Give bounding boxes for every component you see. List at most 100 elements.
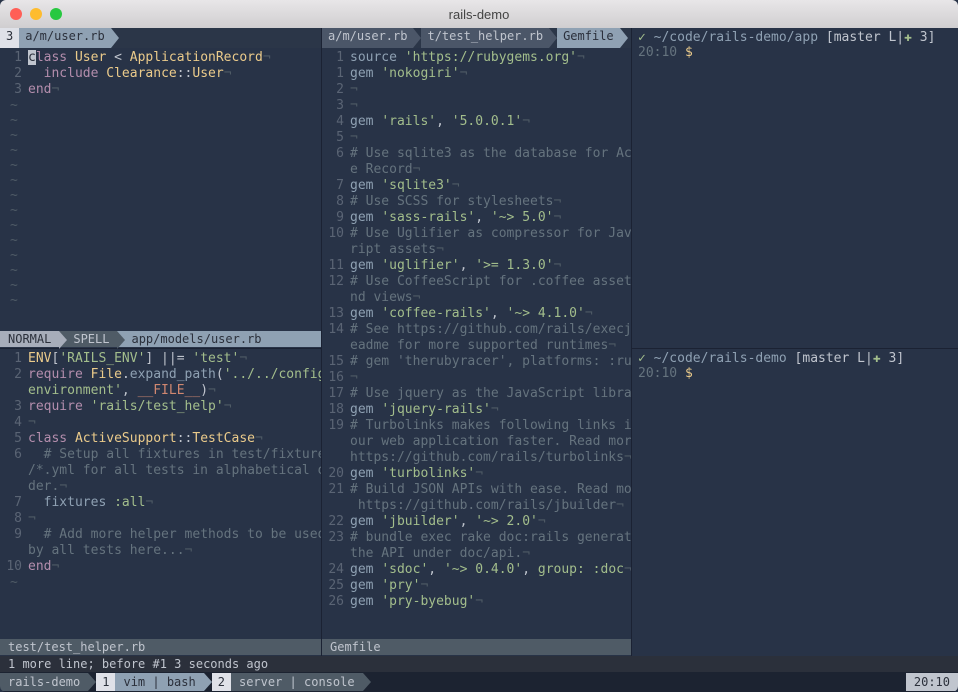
- code-content: gem 'pry-byebug'¬: [350, 594, 631, 610]
- code-line[interactable]: 21# Build JSON APIs with ease. Read more…: [322, 482, 631, 498]
- code-line[interactable]: 10end¬: [0, 559, 321, 575]
- tmux-window[interactable]: server | console: [231, 673, 363, 691]
- code-line[interactable]: 13gem 'coffee-rails', '~> 4.1.0'¬: [322, 306, 631, 322]
- code-line[interactable]: 16¬: [322, 370, 631, 386]
- code-line[interactable]: 3require 'rails/test_help'¬: [0, 399, 321, 415]
- code-line[interactable]: 17# Use jquery as the JavaScript library…: [322, 386, 631, 402]
- line-number: 26: [322, 594, 350, 610]
- code-line[interactable]: 20gem 'turbolinks'¬: [322, 466, 631, 482]
- code-line[interactable]: 26gem 'pry-byebug'¬: [322, 594, 631, 610]
- code-content: require 'rails/test_help'¬: [28, 399, 321, 415]
- tab-user-rb[interactable]: a/m/user.rb: [322, 28, 413, 48]
- code-content: # Add more helper methods to be used: [28, 527, 321, 543]
- code-line[interactable]: 3end¬: [0, 82, 321, 98]
- code-line[interactable]: our web application faster. Read more:: [322, 434, 631, 450]
- code-line[interactable]: 9gem 'sass-rails', '~> 5.0'¬: [322, 210, 631, 226]
- tab-gemfile[interactable]: Gemfile: [557, 28, 620, 48]
- editor-user-rb[interactable]: 1class User < ApplicationRecord¬2 includ…: [0, 48, 321, 330]
- line-number: 10: [0, 559, 28, 575]
- code-line[interactable]: 24gem 'sdoc', '~> 0.4.0', group: :doc¬: [322, 562, 631, 578]
- code-line[interactable]: 7 fixtures :all¬: [0, 495, 321, 511]
- terminal-top[interactable]: ✓ ~/code/rails-demo/app [master L|✚ 3] 2…: [632, 28, 958, 348]
- code-content: ¬: [350, 130, 631, 146]
- empty-line-tilde: ~: [0, 218, 321, 233]
- code-line[interactable]: https://github.com/rails/jbuilder¬: [322, 498, 631, 514]
- tmux-window-active[interactable]: vim | bash: [115, 673, 203, 691]
- code-content: ¬: [350, 370, 631, 386]
- line-number: 6: [0, 447, 28, 463]
- vim-message: 1 more line; before #1 3 seconds ago: [0, 656, 958, 672]
- code-line[interactable]: 12# Use CoffeeScript for .coffee assets …: [322, 274, 631, 290]
- terminal-bottom[interactable]: ✓ ~/code/rails-demo [master L|✚ 3] 20:10…: [632, 348, 958, 656]
- code-line[interactable]: e Record¬: [322, 162, 631, 178]
- code-line[interactable]: 6# Use sqlite3 as the database for Activ: [322, 146, 631, 162]
- line-number: 21: [322, 482, 350, 498]
- code-line[interactable]: environment', __FILE__)¬: [0, 383, 321, 399]
- code-line[interactable]: 6 # Setup all fixtures in test/fixtures: [0, 447, 321, 463]
- code-line[interactable]: der.¬: [0, 479, 321, 495]
- line-number: 3: [0, 82, 28, 98]
- code-line[interactable]: 2¬: [322, 82, 631, 98]
- code-line[interactable]: /*.yml for all tests in alphabetical or: [0, 463, 321, 479]
- code-line[interactable]: 1ENV['RAILS_ENV'] ||= 'test'¬: [0, 351, 321, 367]
- code-line[interactable]: 5class ActiveSupport::TestCase¬: [0, 431, 321, 447]
- tab-user-rb[interactable]: a/m/user.rb: [19, 28, 110, 48]
- code-line[interactable]: 9 # Add more helper methods to be used: [0, 527, 321, 543]
- code-line[interactable]: 19# Turbolinks makes following links in …: [322, 418, 631, 434]
- line-number: 17: [322, 386, 350, 402]
- code-line[interactable]: 1class User < ApplicationRecord¬: [0, 50, 321, 66]
- line-number: 10: [322, 226, 350, 242]
- code-content: ENV['RAILS_ENV'] ||= 'test'¬: [28, 351, 321, 367]
- code-line[interactable]: 2 include Clearance::User¬: [0, 66, 321, 82]
- code-line[interactable]: 1source 'https://rubygems.org'¬: [322, 50, 631, 66]
- code-content: # Use CoffeeScript for .coffee assets a: [350, 274, 631, 290]
- code-line[interactable]: 4¬: [0, 415, 321, 431]
- prompt-path: ~/code/rails-demo/app: [654, 30, 818, 45]
- empty-line-tilde: ~: [0, 173, 321, 188]
- code-line[interactable]: 1gem 'nokogiri'¬: [322, 66, 631, 82]
- code-line[interactable]: by all tests here...¬: [0, 543, 321, 559]
- code-line[interactable]: 11gem 'uglifier', '>= 1.3.0'¬: [322, 258, 631, 274]
- code-line[interactable]: 7gem 'sqlite3'¬: [322, 178, 631, 194]
- code-line[interactable]: https://github.com/rails/turbolinks¬: [322, 450, 631, 466]
- code-content: require File.expand_path('../../config/: [28, 367, 321, 383]
- editor-test-helper[interactable]: 1ENV['RAILS_ENV'] ||= 'test'¬2require Fi…: [0, 349, 321, 638]
- editor-gemfile[interactable]: 1source 'https://rubygems.org'¬1gem 'nok…: [322, 48, 631, 638]
- code-line[interactable]: 8# Use SCSS for stylesheets¬: [322, 194, 631, 210]
- check-icon: ✓: [638, 351, 646, 366]
- app-window: rails-demo 3 a/m/user.rb 1class User < A…: [0, 0, 958, 692]
- code-line[interactable]: 10# Use Uglifier as compressor for JavaS…: [322, 226, 631, 242]
- code-line[interactable]: 18gem 'jquery-rails'¬: [322, 402, 631, 418]
- code-content: class User < ApplicationRecord¬: [28, 50, 321, 66]
- code-content: # Use sqlite3 as the database for Activ: [350, 146, 631, 162]
- code-line[interactable]: 14# See https://github.com/rails/execjs#…: [322, 322, 631, 338]
- code-line[interactable]: 15# gem 'therubyracer', platforms: :ruby…: [322, 354, 631, 370]
- code-line[interactable]: 23# bundle exec rake doc:rails generates: [322, 530, 631, 546]
- line-number: 6: [322, 146, 350, 162]
- code-line[interactable]: 4gem 'rails', '5.0.0.1'¬: [322, 114, 631, 130]
- code-line[interactable]: ript assets¬: [322, 242, 631, 258]
- tab-test-helper[interactable]: t/test_helper.rb: [421, 28, 549, 48]
- code-content: class ActiveSupport::TestCase¬: [28, 431, 321, 447]
- code-line[interactable]: nd views¬: [322, 290, 631, 306]
- line-number: [322, 242, 350, 258]
- code-line[interactable]: 22gem 'jbuilder', '~> 2.0'¬: [322, 514, 631, 530]
- code-line[interactable]: 5¬: [322, 130, 631, 146]
- code-line[interactable]: the API under doc/api.¬: [322, 546, 631, 562]
- line-number: 19: [322, 418, 350, 434]
- prompt-line-2: 20:10 $: [638, 366, 952, 381]
- empty-line-tilde: ~: [0, 263, 321, 278]
- code-line[interactable]: 3¬: [322, 98, 631, 114]
- code-line[interactable]: 2require File.expand_path('../../config/: [0, 367, 321, 383]
- code-line[interactable]: eadme for more supported runtimes¬: [322, 338, 631, 354]
- pane-right: ✓ ~/code/rails-demo/app [master L|✚ 3] 2…: [632, 28, 958, 656]
- code-line[interactable]: 25gem 'pry'¬: [322, 578, 631, 594]
- code-line[interactable]: 8¬: [0, 511, 321, 527]
- tmux-session[interactable]: rails-demo: [0, 673, 88, 691]
- empty-line-tilde: ~: [0, 233, 321, 248]
- code-content: gem 'sdoc', '~> 0.4.0', group: :doc¬: [350, 562, 631, 578]
- line-number: 2: [0, 66, 28, 82]
- pane-left: 3 a/m/user.rb 1class User < ApplicationR…: [0, 28, 322, 656]
- statusbar-mid: Gemfile: [322, 638, 631, 656]
- titlebar[interactable]: rails-demo: [0, 0, 958, 28]
